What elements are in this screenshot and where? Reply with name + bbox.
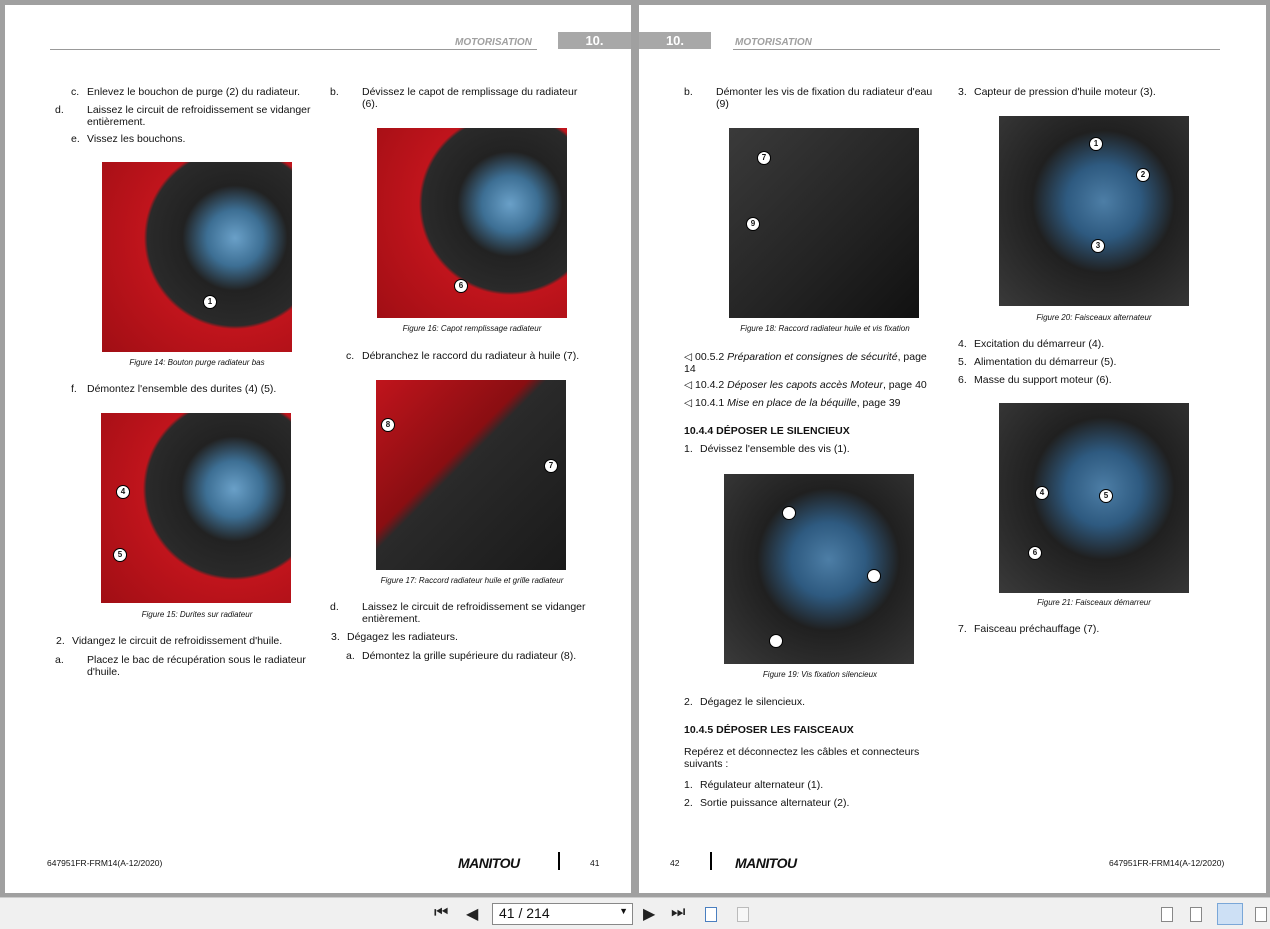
step-b: b. Dévissez le capot de remplissage du ra… [330,86,578,110]
callout: 2 [1136,168,1150,182]
header-section: MOTORISATION [735,37,812,48]
next-page-icon[interactable]: ▶ [643,904,655,924]
list-item: 5. Alimentation du démarreur (5). [958,356,1117,368]
callout: 5 [1099,489,1113,503]
ref-link[interactable]: ◁ 00.5.2 Préparation et consignes de séc… [684,351,934,375]
section-heading: 10.4.5 DÉPOSER LES FAISCEAUX [684,724,854,736]
figure-17-image: 87 [376,380,566,570]
list-item: 3. Capteur de pression d'huile moteur (3)… [958,86,1156,98]
figure-19-caption: Figure 19: Vis fixation silencieux [762,670,878,679]
step-3: 3. Dégagez les radiateurs. [331,631,458,643]
list-item: 7. Faisceau préchauffage (7). [958,623,1100,635]
manitou-logo: MANITOU [735,855,797,871]
footer-divider [558,852,560,870]
figure-15-caption: Figure 15: Durites sur radiateur [141,610,253,619]
callout: 7 [757,151,771,165]
figure-21-caption: Figure 21: Faisceaux démarreur [1037,598,1151,607]
two-page-continuous-view-icon[interactable] [1255,907,1267,922]
go-back-view-icon[interactable] [705,907,717,922]
callout: 6 [1028,546,1042,560]
callout: 7 [544,459,558,473]
page-selector[interactable]: 41 / 214 ▼ [492,903,633,925]
first-page-icon[interactable]: ⏮ [434,904,448,922]
step-f: f. Démontez l'ensemble des durites (4) (5… [71,383,277,395]
page-number: 41 [590,858,600,868]
list-item: 4. Excitation du démarreur (4). [958,338,1105,350]
callout: 9 [746,217,760,231]
step-2a: a. Placez le bac de récupération sous le … [55,654,306,678]
list-item: 2. Sortie puissance alternateur (2). [684,797,850,809]
figure-16-image: 6 [377,128,567,318]
chapter-badge: 10. [639,32,711,49]
figure-16-caption: Figure 16: Capot remplissage radiateur [402,324,542,333]
step-d: d. Laissez le circuit de refroidissement … [55,104,311,128]
page-field-value: 41 / 214 [499,905,550,921]
figure-18-caption: Figure 18: Raccord radiateur huile et vi… [740,324,910,333]
step-1: 1. Dévissez l'ensemble des vis (1). [684,443,850,455]
figure-14-caption: Figure 14: Bouton purge radiateur bas [129,358,265,367]
step-b: b. Démonter les vis de fixation du radiat… [684,86,933,110]
figure-19-image [724,474,914,664]
chevron-down-icon: ▼ [619,906,628,916]
callout: 4 [1035,486,1049,500]
figure-18-image: 79 [729,128,919,318]
step-e: e. Vissez les bouchons. [71,133,186,145]
list-item: 1. Régulateur alternateur (1). [684,779,824,791]
last-page-icon[interactable]: ⏭ [671,904,685,922]
step-2: 2. Vidangez le circuit de refroidissement… [56,635,283,647]
two-page-view-icon[interactable] [1217,903,1243,925]
header-rule [733,49,1220,50]
manitou-logo: MANITOU [458,855,520,871]
ref-link[interactable]: ◁ 10.4.1 Mise en place de la béquille, p… [684,397,944,409]
continuous-view-icon[interactable] [1190,907,1202,922]
ref-link[interactable]: ◁ 10.4.2 Déposer les capots accès Moteur… [684,379,944,391]
previous-page-icon[interactable]: ◀ [466,904,478,924]
section-heading: 10.4.4 DÉPOSER LE SILENCIEUX [684,425,850,437]
figure-14-image: 1 [102,162,292,352]
figure-17-caption: Figure 17: Raccord radiateur huile et gr… [380,576,564,585]
doc-reference: 647951FR-FRM14(A-12/2020) [47,858,163,868]
header-rule [50,49,537,50]
callout: 5 [113,548,127,562]
callout: 6 [454,279,468,293]
callout: 4 [116,485,130,499]
go-forward-view-icon[interactable] [737,907,749,922]
footer-divider [710,852,712,870]
callout: 1 [1089,137,1103,151]
page-number: 42 [670,858,680,868]
chapter-badge: 10. [558,32,631,49]
single-page-view-icon[interactable] [1161,907,1173,922]
figure-21-image: 4 5 6 [999,403,1189,593]
figure-20-caption: Figure 20: Faisceaux alternateur [1036,313,1152,322]
callout: 8 [381,418,395,432]
figure-20-image: 1 2 3 [999,116,1189,306]
doc-reference: 647951FR-FRM14(A-12/2020) [1109,858,1225,868]
step-c2: c. Débranchez le raccord du radiateur à h… [346,350,580,362]
callout: 3 [1091,239,1105,253]
header-section: MOTORISATION [455,37,532,48]
step-2: 2. Dégagez le silencieux. [684,696,806,708]
list-item: 6. Masse du support moteur (6). [958,374,1112,386]
step-3a: a. Démontez la grille supérieure du radia… [346,650,577,662]
callout: 1 [203,295,217,309]
figure-15-image: 45 [101,413,291,603]
step-c: c. Enlevez le bouchon de purge (2) du rad… [71,86,301,98]
step-d2: d. Laissez le circuit de refroidissement … [330,601,586,625]
viewer-toolbar: ⏮ ◀ 41 / 214 ▼ ▶ ⏭ [0,897,1270,929]
intro-text: Repérez et déconnectez les câbles et con… [684,746,920,770]
